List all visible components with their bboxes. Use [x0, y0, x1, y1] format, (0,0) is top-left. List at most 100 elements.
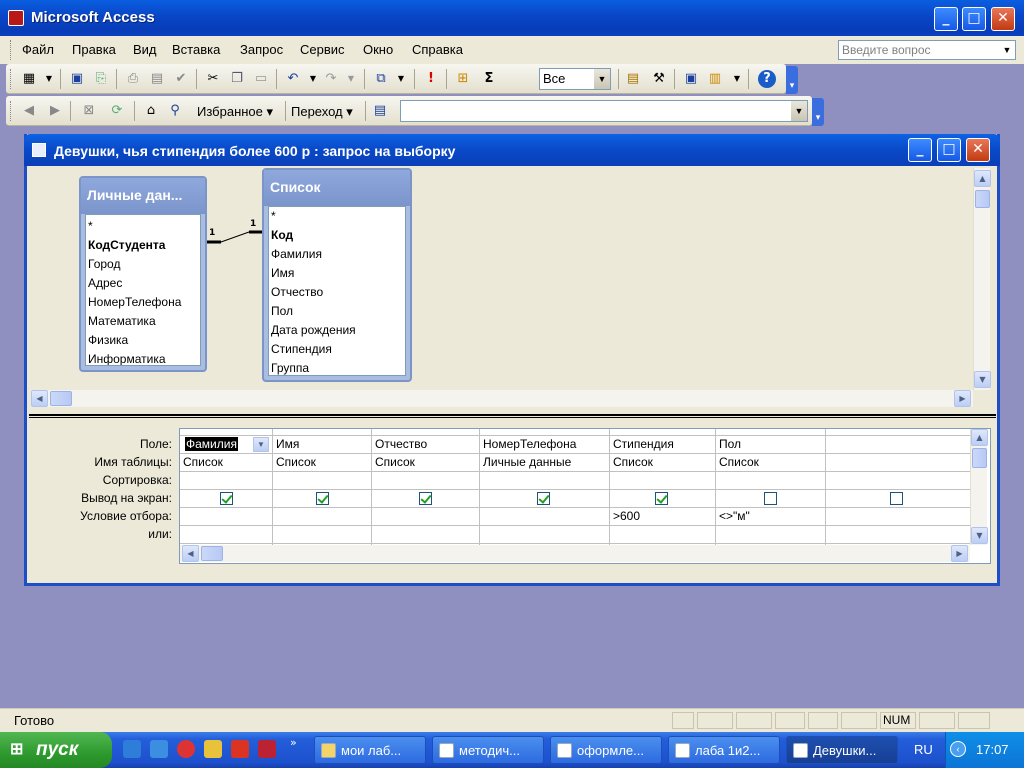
spelling-icon[interactable]: ✔	[172, 70, 190, 88]
chevron-down-icon[interactable]: ▼	[594, 69, 610, 89]
scroll-thumb[interactable]	[201, 546, 223, 561]
task-word-2[interactable]: оформле...	[550, 736, 662, 764]
menu-help[interactable]: Справка	[412, 42, 463, 57]
grid-vscroll[interactable]: ▲ ▼	[970, 429, 988, 545]
field-item[interactable]: Фамилия	[271, 247, 322, 261]
field-item[interactable]: Математика	[88, 314, 156, 328]
field-cell[interactable]: Имя	[273, 437, 371, 451]
menu-view[interactable]: Вид	[133, 42, 157, 57]
toolbar-options-icon[interactable]: ▾	[812, 98, 824, 126]
search-icon[interactable]: ⚲	[166, 102, 184, 120]
menu-tools[interactable]: Сервис	[300, 42, 345, 57]
criteria-cell[interactable]: >600	[610, 509, 715, 523]
pane-splitter[interactable]	[29, 414, 996, 418]
scroll-right-icon[interactable]: ▶	[954, 390, 971, 407]
chevron-down-icon[interactable]: ▼	[304, 70, 322, 88]
scroll-thumb[interactable]	[975, 190, 990, 208]
query-type-icon[interactable]: ⧉	[372, 70, 390, 88]
menu-file[interactable]: Файл	[22, 42, 54, 57]
app-shortcut-icon[interactable]	[258, 740, 276, 758]
chevron-left-icon[interactable]: ‹	[950, 741, 966, 757]
acrobat-icon[interactable]	[231, 740, 249, 758]
run-icon[interactable]: !	[422, 70, 440, 88]
back-icon[interactable]: ◀	[20, 102, 38, 120]
task-query[interactable]: Девушки...	[786, 736, 898, 764]
new-object-icon[interactable]: ▥	[706, 70, 724, 88]
scroll-left-icon[interactable]: ◀	[182, 545, 199, 562]
scroll-thumb[interactable]	[50, 391, 72, 406]
totals-icon[interactable]: Σ	[480, 70, 498, 88]
help-icon[interactable]: ?	[758, 70, 776, 88]
table-cell[interactable]: Список	[180, 455, 272, 469]
minimize-button[interactable]: _	[934, 7, 958, 31]
undo-icon[interactable]: ↶	[284, 70, 302, 88]
file-search-icon[interactable]: ⎘	[92, 70, 110, 88]
refresh-icon[interactable]: ⟳	[108, 102, 126, 120]
scroll-left-icon[interactable]: ◀	[31, 390, 48, 407]
save-icon[interactable]: ▣	[68, 70, 86, 88]
field-cell[interactable]: Пол	[716, 437, 825, 451]
goto-menu[interactable]: Переход ▾	[291, 104, 353, 120]
database-window-icon[interactable]: ▣	[682, 70, 700, 88]
properties-icon[interactable]: ▤	[624, 70, 642, 88]
show-checkbox[interactable]	[764, 492, 777, 505]
favorites-menu[interactable]: Избранное ▾	[197, 104, 273, 120]
grid-hscroll[interactable]: ◀ ▶	[180, 545, 970, 562]
scroll-down-icon[interactable]: ▼	[974, 371, 991, 388]
chevron-down-icon[interactable]: ▼	[253, 437, 269, 452]
field-item[interactable]: НомерТелефона	[88, 295, 181, 309]
show-checkbox[interactable]	[316, 492, 329, 505]
scroll-down-icon[interactable]: ▼	[971, 527, 988, 544]
field-item-key[interactable]: Код	[271, 228, 293, 242]
table-title[interactable]: Список	[264, 170, 410, 206]
field-item[interactable]: Физика	[88, 333, 128, 347]
field-item[interactable]: Пол	[271, 304, 293, 318]
field-item[interactable]: Стипендия	[271, 342, 332, 356]
forward-icon[interactable]: ▶	[46, 102, 64, 120]
table-pane-vscroll[interactable]: ▲ ▼	[973, 168, 991, 390]
builder-icon[interactable]: ⚒	[650, 70, 668, 88]
toolbar-options-icon[interactable]: ▾	[786, 66, 798, 94]
query-icon[interactable]	[32, 143, 46, 157]
redo-icon[interactable]: ↷	[322, 70, 340, 88]
field-item[interactable]: Группа	[271, 361, 309, 375]
chevron-down-icon[interactable]: ▼	[40, 70, 58, 88]
task-word-1[interactable]: методич...	[432, 736, 544, 764]
chevron-down-icon[interactable]: ▼	[392, 70, 410, 88]
home-icon[interactable]: ⌂	[142, 102, 160, 120]
show-checkbox[interactable]	[655, 492, 668, 505]
top-values-combo[interactable]: Все ▼	[539, 68, 611, 90]
start-button[interactable]: ⊞ пуск	[0, 732, 112, 768]
opera-icon[interactable]	[177, 740, 195, 758]
copy-icon[interactable]: ❐	[228, 70, 246, 88]
field-item[interactable]: Дата рождения	[271, 323, 356, 337]
ask-question-box[interactable]: Введите вопрос ▼	[838, 40, 1016, 60]
access-app-icon[interactable]	[8, 10, 24, 26]
field-item[interactable]: *	[271, 209, 276, 223]
ie-icon[interactable]	[123, 740, 141, 758]
field-cell[interactable]: Фамилия ▼	[182, 437, 271, 453]
winamp-icon[interactable]	[204, 740, 222, 758]
query-maximize-button[interactable]: □	[937, 138, 961, 162]
menu-query[interactable]: Запрос	[240, 42, 283, 57]
show-checkbox[interactable]	[537, 492, 550, 505]
desktop-icon[interactable]	[150, 740, 168, 758]
table-cell[interactable]: Список	[716, 455, 825, 469]
scroll-up-icon[interactable]: ▲	[971, 429, 988, 446]
table-cell[interactable]: Список	[372, 455, 479, 469]
paste-icon[interactable]: ▭	[252, 70, 270, 88]
menu-insert[interactable]: Вставка	[172, 42, 220, 57]
table-cell[interactable]: Личные данные	[480, 455, 609, 469]
table-cell[interactable]: Список	[610, 455, 715, 469]
clock[interactable]: 17:07	[976, 742, 1009, 757]
print-preview-icon[interactable]: ▤	[148, 70, 166, 88]
address-combo[interactable]: ▼	[400, 100, 808, 122]
field-cell[interactable]: Стипендия	[610, 437, 715, 451]
chevron-down-icon[interactable]: ▼	[342, 70, 360, 88]
field-cell[interactable]: Отчество	[372, 437, 479, 451]
show-checkbox[interactable]	[419, 492, 432, 505]
field-item[interactable]: Имя	[271, 266, 294, 280]
show-web-only-icon[interactable]: ▤	[371, 102, 389, 120]
menu-edit[interactable]: Правка	[72, 42, 116, 57]
cut-icon[interactable]: ✂	[204, 70, 222, 88]
